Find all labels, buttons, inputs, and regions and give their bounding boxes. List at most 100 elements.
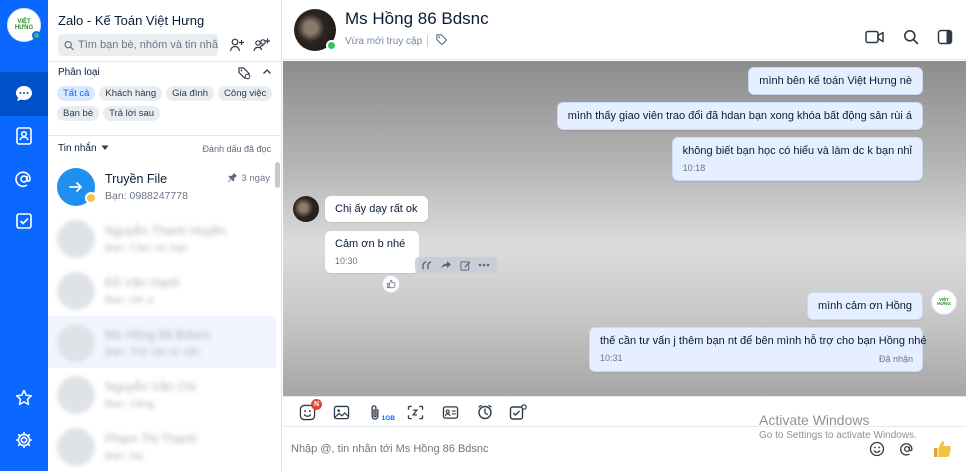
rail-todo-button[interactable] — [0, 199, 48, 243]
search-box[interactable] — [58, 34, 218, 56]
sticker-button[interactable]: N — [297, 399, 322, 421]
message-text: mình bên kế toán Việt Hưng nè — [759, 75, 912, 87]
message-bubble-sent[interactable]: mình thấy giao viên trao đổi đã hdan bạn… — [556, 102, 923, 130]
reminder-button[interactable] — [475, 403, 495, 421]
caret-down-icon — [101, 145, 109, 150]
search-in-chat-button[interactable] — [900, 26, 922, 48]
chip-family[interactable]: Gia đình — [166, 86, 215, 101]
mention-button[interactable] — [897, 439, 917, 459]
pin-icon — [227, 172, 238, 183]
contact-avatar — [57, 272, 95, 310]
rail-favorites-button[interactable] — [0, 376, 48, 420]
create-group-button[interactable] — [252, 35, 272, 55]
message-bubble-sent[interactable]: thế cần tư vấn j thêm bạn nt để bên mình… — [589, 327, 926, 372]
sidebar-scrollbar[interactable] — [275, 162, 280, 188]
attach-file-button[interactable]: 1GB — [365, 403, 395, 422]
task-icon — [509, 403, 527, 420]
message-bubble-received[interactable]: Cảm ơn b nhé 10:30 — [325, 231, 420, 273]
conversation-item-selected[interactable]: Ms Hồng 86 Bdsnc Bạn: Thế cần tư vấn — [48, 316, 276, 368]
send-image-button[interactable] — [331, 403, 351, 421]
conversation-item[interactable]: Nguyễn Thanh Huyền Bạn: Cảm ơn bạn — [48, 212, 276, 264]
react-like-button[interactable] — [382, 275, 400, 293]
conversation-preview: Bạn: Cảm ơn bạn — [105, 242, 188, 254]
collapse-categories-button[interactable] — [257, 62, 277, 82]
conversation-list: Truyền File Bạn: 0988247778 3 ngày Nguyễ… — [48, 160, 276, 471]
chat-panel: Ms Hồng 86 Bdsnc Vừa mới truy cập mình b… — [283, 0, 966, 471]
tag-settings-icon — [238, 67, 251, 80]
assign-task-button[interactable] — [508, 403, 528, 421]
chip-all[interactable]: Tất cả — [57, 86, 96, 101]
chip-work[interactable]: Công việc — [218, 86, 273, 101]
message-bubble-sent[interactable]: mình bên kế toán Việt Hưng nè — [748, 67, 923, 95]
attach-icon — [371, 404, 379, 420]
quick-like-button[interactable] — [930, 439, 954, 459]
contact-card-icon — [442, 405, 458, 419]
conversation-name: Ms Hồng 86 Bdsnc — [105, 328, 211, 342]
file-transfer-icon — [69, 182, 82, 192]
rail-contacts-button[interactable] — [0, 114, 48, 158]
screenshot-button[interactable] — [405, 403, 425, 421]
edit-icon[interactable] — [460, 260, 471, 271]
quote-icon[interactable] — [422, 260, 433, 270]
message-area[interactable]: mình bên kế toán Việt Hưng nè mình thấy … — [283, 61, 966, 396]
chat-bubble-icon — [16, 86, 32, 101]
chat-header: Ms Hồng 86 Bdsnc Vừa mới truy cập — [283, 0, 966, 60]
message-input[interactable] — [291, 440, 851, 458]
rail-messages-button[interactable] — [0, 72, 48, 116]
chip-customers[interactable]: Khách hàng — [99, 86, 163, 101]
category-label: Phân loại — [58, 67, 100, 78]
conversation-preview: Bạn: 0988247778 — [105, 190, 188, 202]
forward-icon[interactable] — [440, 260, 452, 270]
search-input[interactable] — [78, 39, 218, 51]
conversation-item[interactable]: Nguyễn Văn Chi Bạn: Vâng — [48, 368, 276, 420]
chip-friends[interactable]: Bạn bè — [57, 106, 100, 121]
user-avatar[interactable]: VIỆT HƯNG — [7, 8, 41, 42]
conversation-item[interactable]: Phạm Thị Thanh Bạn: Dạ — [48, 420, 276, 471]
gear-icon — [15, 431, 33, 449]
search-icon — [64, 40, 74, 50]
star-icon — [15, 389, 33, 406]
verified-badge — [85, 192, 97, 204]
message-bubble-sent[interactable]: không biết bạn học có hiểu và làm dc k b… — [671, 137, 923, 181]
messages-filter-dropdown[interactable]: Tin nhắn — [58, 143, 109, 154]
message-time: 10:31 — [600, 353, 623, 363]
contact-status: Vừa mới truy cập — [345, 36, 423, 47]
contact-name[interactable]: Ms Hồng 86 Bdsnc — [345, 9, 489, 29]
delivery-status: Đã nhận — [878, 354, 913, 364]
app-title: Zalo - Kế Toán Việt Hưng — [58, 13, 205, 28]
contact-avatar — [57, 220, 95, 258]
logo-text: VIỆT HƯNG — [14, 19, 34, 31]
online-status-dot — [32, 31, 41, 40]
thumbs-up-icon — [386, 279, 396, 289]
emoji-button[interactable] — [867, 439, 887, 459]
toggle-info-panel-button[interactable] — [934, 26, 956, 48]
tag-button[interactable] — [435, 33, 448, 49]
logo-text: VIỆT HƯNG — [937, 296, 951, 306]
chip-reply-later[interactable]: Trả lời sau — [103, 106, 161, 121]
online-status-dot — [326, 40, 337, 51]
file-size-label: 1GB — [381, 415, 395, 422]
image-icon — [333, 405, 349, 419]
thumbs-up-icon — [934, 441, 951, 457]
message-composer — [283, 426, 966, 471]
video-call-button[interactable] — [864, 26, 886, 48]
contact-avatar[interactable] — [294, 9, 337, 51]
message-bubble-sent[interactable]: mình cảm ơn Hồng — [806, 292, 923, 320]
rail-mentions-button[interactable] — [0, 157, 48, 201]
conversation-item[interactable]: Truyền File Bạn: 0988247778 3 ngày — [48, 160, 276, 212]
my-avatar[interactable]: VIỆT HƯNG — [931, 289, 957, 315]
contact-book-icon — [16, 127, 32, 145]
rail-settings-button[interactable] — [0, 418, 48, 462]
category-settings-button[interactable] — [234, 63, 254, 83]
conversation-preview: Bạn: OK ạ — [105, 294, 154, 306]
conversation-item[interactable]: Đỗ Văn Hạnh Bạn: OK ạ — [48, 264, 276, 316]
contact-avatar[interactable] — [293, 196, 319, 222]
conversation-time: 3 ngày — [241, 173, 270, 184]
more-options-icon[interactable] — [478, 263, 490, 267]
nav-rail: VIỆT HƯNG — [0, 0, 48, 471]
message-text: Cảm ơn b nhé — [335, 238, 406, 250]
add-friend-button[interactable] — [227, 35, 247, 55]
mark-all-read-link[interactable]: Đánh dấu đã đọc — [202, 144, 271, 154]
send-contact-card-button[interactable] — [440, 403, 460, 421]
message-bubble-received[interactable]: Chị ấy dạy rất ok — [325, 196, 428, 222]
